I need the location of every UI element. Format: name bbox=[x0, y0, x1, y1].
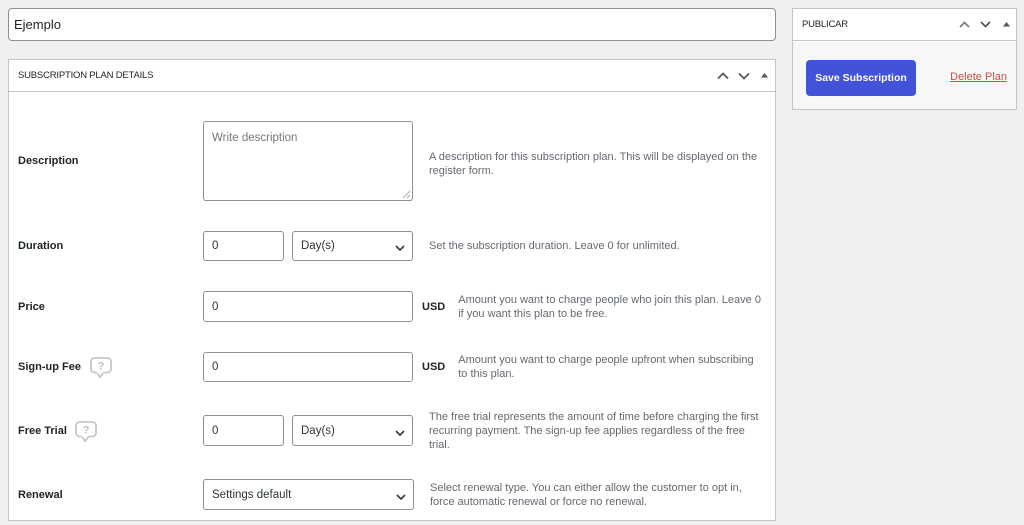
svg-text:?: ? bbox=[83, 424, 90, 436]
svg-text:?: ? bbox=[98, 361, 105, 373]
